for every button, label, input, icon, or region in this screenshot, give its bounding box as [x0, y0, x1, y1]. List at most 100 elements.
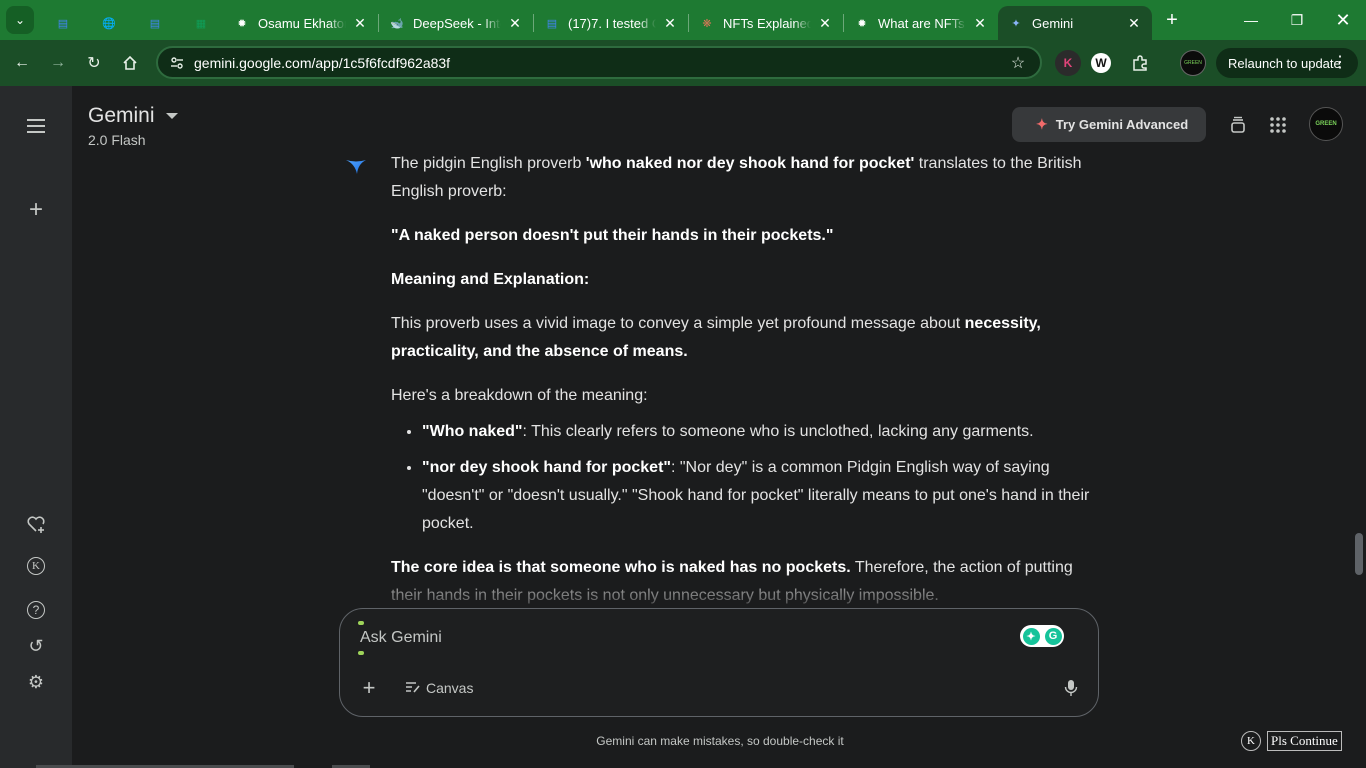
grammarly-assist-icon[interactable]: ✦	[1022, 627, 1040, 645]
minimize-button[interactable]: —	[1228, 0, 1274, 40]
chevron-down-icon[interactable]	[166, 113, 178, 119]
tab-title: Osamu Ekhator	[258, 15, 346, 31]
settings-button[interactable]: ⚙	[20, 666, 52, 698]
tab[interactable]: ▤ (17)7. I tested C ✕	[534, 6, 688, 40]
pinned-tab[interactable]: ▦	[178, 6, 224, 40]
globe-icon: 🌐	[102, 17, 116, 30]
history-icon: ↺	[28, 635, 44, 656]
prompt-input[interactable]: Ask Gemini	[360, 629, 442, 647]
openai-icon: ✹	[857, 17, 867, 30]
close-tab-icon[interactable]: ✕	[972, 15, 988, 32]
close-tab-icon[interactable]: ✕	[662, 15, 678, 32]
close-tab-icon[interactable]: ✕	[817, 15, 833, 32]
microphone-button[interactable]	[1058, 675, 1084, 701]
heart-plus-icon	[27, 516, 45, 533]
canvas-button[interactable]: Canvas	[406, 675, 473, 701]
tab-search-button[interactable]: ⌄	[6, 6, 34, 34]
list-item: "nor dey shook hand for pocket": "Nor de…	[422, 454, 1091, 538]
response-heading: Meaning and Explanation:	[391, 266, 1091, 294]
gem-manager-button[interactable]	[20, 508, 52, 540]
tab[interactable]: ✦ Gemini ✕	[998, 6, 1152, 40]
minimize-icon: —	[1244, 12, 1258, 28]
continue-button[interactable]: Pls Continue	[1267, 731, 1342, 751]
relaunch-label: Relaunch to update	[1228, 55, 1341, 71]
docs-icon: ▤	[57, 17, 69, 30]
back-button[interactable]: ←	[4, 45, 40, 81]
tab[interactable]: 🐋 DeepSeek - Into ✕	[379, 6, 533, 40]
plus-icon: +	[362, 675, 376, 700]
account-avatar[interactable]: GREEN	[1309, 107, 1343, 141]
url-text[interactable]: gemini.google.com/app/1c5f6fcdf962a83f	[194, 55, 1004, 71]
help-button[interactable]: ?	[20, 594, 52, 626]
site-info-icon[interactable]	[166, 52, 188, 74]
main-menu-button[interactable]	[20, 110, 52, 142]
upload-button[interactable]: +	[356, 675, 382, 701]
list-item-text: : This clearly refers to someone who is …	[522, 423, 1034, 440]
response-bold-text: "A naked person doesn't put their hands …	[391, 227, 834, 244]
restore-icon: ❐	[1290, 11, 1304, 28]
plus-icon: +	[28, 196, 43, 223]
response-paragraph: The pidgin English proverb 'who naked no…	[391, 150, 1091, 206]
response-text: The pidgin English proverb	[391, 155, 586, 172]
reload-button[interactable]: ↻	[76, 45, 112, 81]
continue-widget[interactable]: K Pls Continue	[1241, 731, 1342, 751]
tab[interactable]: ✹ What are NFTs ✕	[844, 6, 998, 40]
tab-list: ▤ 🌐 ▤ ▦ ✹ Osamu Ekhator ✕ 🐋 DeepSeek - Into ✕ ▤ (17…	[40, 0, 1152, 40]
new-chat-button[interactable]: +	[20, 194, 52, 226]
response-paragraph: Here's a breakdown of the meaning:	[391, 387, 648, 404]
claude-icon: ❋	[702, 17, 712, 30]
scroll-fade	[340, 570, 1100, 606]
hamburger-icon	[27, 119, 45, 133]
try-advanced-button[interactable]: ✦ Try Gemini Advanced	[1012, 107, 1206, 142]
close-tab-icon[interactable]: ✕	[507, 15, 523, 32]
pinned-tab[interactable]: ▤	[132, 6, 178, 40]
text-cursor-marker	[358, 621, 364, 625]
profile-avatar-icon[interactable]: GREEN	[1180, 50, 1206, 76]
chat-history-button[interactable]	[1225, 112, 1251, 138]
scrollbar-thumb[interactable]	[1355, 533, 1363, 575]
wordtune-extension-icon[interactable]: W	[1091, 53, 1111, 73]
docs-icon: ▤	[149, 17, 161, 30]
apps-button[interactable]	[1265, 112, 1291, 138]
pinned-tab[interactable]: ▤	[40, 6, 86, 40]
openai-icon: ✹	[237, 17, 247, 30]
app-title[interactable]: Gemini	[88, 104, 155, 128]
grammarly-g-icon[interactable]: G	[1044, 627, 1062, 645]
help-icon: ?	[27, 601, 45, 619]
model-response: The pidgin English proverb 'who naked no…	[391, 150, 1091, 604]
extensions-puzzle-icon[interactable]	[1127, 50, 1153, 76]
pinned-tab[interactable]: 🌐	[86, 6, 132, 40]
list-item: "Who naked": This clearly refers to some…	[422, 418, 1091, 446]
plus-icon: +	[1166, 8, 1178, 31]
deepseek-icon: 🐋	[390, 17, 404, 30]
prompt-box[interactable]: Ask Gemini ✦ G + Canvas	[339, 608, 1099, 717]
tab[interactable]: ❋ NFTs Explained ✕	[689, 6, 843, 40]
more-vert-icon[interactable]: ⋮	[1332, 52, 1348, 72]
canvas-icon	[406, 681, 420, 696]
close-icon: ✕	[1335, 9, 1351, 30]
close-tab-icon[interactable]: ✕	[1126, 15, 1142, 32]
home-button[interactable]	[112, 45, 148, 81]
kaspersky-extension-icon[interactable]: K	[1055, 50, 1081, 76]
chevron-down-icon: ⌄	[14, 13, 26, 27]
tab-title: Gemini	[1032, 15, 1074, 31]
chat-area: The pidgin English proverb 'who naked no…	[340, 148, 1100, 604]
forward-button[interactable]: →	[40, 45, 76, 81]
activity-button[interactable]: ↺	[20, 630, 52, 662]
restore-button[interactable]: ❐	[1274, 0, 1320, 40]
grammarly-widget[interactable]: ✦ G	[1020, 625, 1064, 647]
sheets-icon: ▦	[195, 17, 207, 30]
relaunch-button[interactable]: Relaunch to update ⋮	[1216, 48, 1358, 78]
close-window-button[interactable]: ✕	[1320, 0, 1366, 40]
address-bar[interactable]: gemini.google.com/app/1c5f6fcdf962a83f ☆	[156, 46, 1042, 79]
bookmark-star-icon[interactable]: ☆	[1004, 53, 1032, 73]
canvas-label: Canvas	[426, 680, 474, 696]
close-tab-icon[interactable]: ✕	[352, 15, 368, 32]
stack-icon	[1231, 116, 1245, 133]
tab[interactable]: ✹ Osamu Ekhator ✕	[224, 6, 378, 40]
kaspersky-rail-button[interactable]: K	[20, 550, 52, 582]
model-label[interactable]: 2.0 Flash	[88, 132, 146, 148]
k-circle-icon[interactable]: K	[1241, 731, 1261, 751]
tab-strip: ⌄ ▤ 🌐 ▤ ▦ ✹ Osamu Ekhator ✕ 🐋 DeepSeek - Into ✕ ▤ (…	[0, 0, 1366, 40]
new-tab-button[interactable]: +	[1158, 6, 1186, 34]
